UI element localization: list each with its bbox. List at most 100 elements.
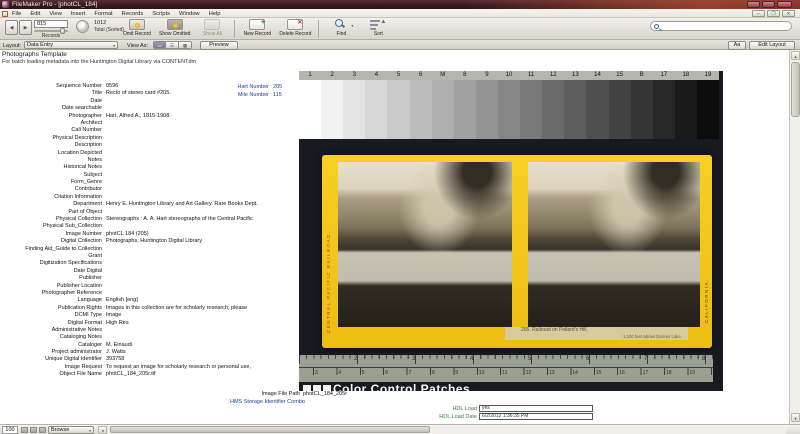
field-label: Photographer Reference bbox=[0, 290, 106, 296]
field-row: Location Depicted bbox=[0, 150, 300, 157]
maximize-button[interactable] bbox=[762, 1, 775, 8]
field-label: Digital Collection bbox=[0, 238, 106, 244]
field-row: Image RequestTo request an image for sch… bbox=[0, 364, 300, 371]
zoom-level-field[interactable]: 100 bbox=[2, 426, 18, 434]
field-value[interactable]: 0596 bbox=[106, 83, 118, 89]
ruler-cm-number: 10 bbox=[479, 370, 485, 376]
field-value[interactable]: M. Einaudi bbox=[106, 342, 132, 348]
image-file-path-value[interactable]: photCL_184_205r bbox=[303, 391, 347, 397]
field-label: Date Digital bbox=[0, 268, 106, 274]
field-value[interactable]: photCL 184 (205) bbox=[106, 231, 149, 237]
new-record-button[interactable]: New Record bbox=[242, 19, 272, 37]
sort-button[interactable]: Sort bbox=[363, 19, 393, 37]
field-value[interactable]: Stereographs : A. A. Hart stereographs o… bbox=[106, 216, 253, 222]
grayscale-step-wedge bbox=[299, 80, 719, 139]
grayscale-step bbox=[299, 80, 321, 139]
sort-label: Sort bbox=[374, 31, 383, 37]
scroll-up-icon[interactable]: ▲ bbox=[791, 51, 800, 60]
side-field-label: Hart Number bbox=[233, 84, 273, 90]
chevron-down-icon[interactable]: ▾ bbox=[351, 23, 353, 28]
field-value[interactable]: Images in this collection are for schola… bbox=[106, 305, 247, 311]
horizontal-scroll-thumb[interactable] bbox=[110, 426, 430, 433]
field-value[interactable]: English [eng] bbox=[106, 297, 138, 303]
zoom-out-icon[interactable] bbox=[21, 427, 28, 433]
format-text-button[interactable]: Aa bbox=[728, 41, 746, 50]
grayscale-step-number: 19 bbox=[697, 71, 719, 80]
zoom-in-icon[interactable] bbox=[30, 427, 37, 433]
menu-help[interactable]: Help bbox=[209, 11, 221, 17]
field-value[interactable]: Photographs, Huntington Digital Library bbox=[106, 238, 202, 244]
vertical-scroll-thumb[interactable] bbox=[791, 62, 800, 117]
child-minimize-icon[interactable]: ─ bbox=[752, 10, 765, 17]
field-label: Project administrator bbox=[0, 349, 106, 355]
menu-format[interactable]: Format bbox=[94, 11, 112, 17]
field-label: Physical Sub_Collection bbox=[0, 223, 106, 229]
field-label: Date bbox=[0, 98, 106, 104]
omit-record-button[interactable]: Omit Record bbox=[122, 19, 152, 37]
menu-file[interactable]: File bbox=[12, 11, 21, 17]
list-view-button[interactable]: ☰ bbox=[166, 41, 179, 49]
scroll-down-icon[interactable]: ▼ bbox=[791, 413, 800, 422]
child-window-controls: ─ ❐ ✕ bbox=[752, 10, 795, 17]
field-value[interactable]: 393758 bbox=[106, 356, 124, 362]
status-area-toggle-icon[interactable] bbox=[39, 427, 46, 433]
field-value[interactable]: High Res bbox=[106, 320, 129, 326]
hdl-load-field[interactable]: yes bbox=[479, 405, 593, 412]
ruler-inch-number: 6 bbox=[586, 356, 589, 362]
field-row: Subject bbox=[0, 172, 300, 179]
preview-button[interactable]: Preview bbox=[200, 41, 238, 50]
field-row: Physical Sub_Collection bbox=[0, 223, 300, 230]
previous-record-button[interactable]: ◀ bbox=[5, 20, 18, 35]
field-value[interactable]: Hart, Alfred A., 1815-1908. bbox=[106, 113, 171, 119]
field-row: Citation Information bbox=[0, 194, 300, 201]
card-caption-line2: 1,100 feet above Donner Lake. bbox=[505, 334, 688, 339]
grayscale-step-number: 15 bbox=[609, 71, 631, 80]
record-slider[interactable] bbox=[34, 30, 68, 32]
field-row: Historical Notes bbox=[0, 164, 300, 171]
field-value[interactable]: Image bbox=[106, 312, 121, 318]
show-omitted-button[interactable]: Show Omitted bbox=[159, 19, 190, 37]
menu-records[interactable]: Records bbox=[122, 11, 144, 17]
card-left-imprint: CENTRAL PACIFIC RAILROAD. bbox=[326, 173, 331, 333]
field-value[interactable]: Henry E. Huntington Library and Art Gall… bbox=[106, 201, 258, 207]
record-dial-icon[interactable] bbox=[76, 20, 89, 33]
record-number-field[interactable]: 815 bbox=[34, 20, 68, 28]
mode-select-value: Browse bbox=[51, 427, 69, 433]
minimize-button[interactable] bbox=[747, 1, 760, 8]
side-field-value[interactable]: 115 bbox=[273, 92, 282, 98]
field-row: Digitization Specifications bbox=[0, 260, 300, 267]
quick-find-input[interactable] bbox=[650, 21, 792, 31]
scroll-left-icon[interactable]: ◂ bbox=[98, 426, 107, 434]
side-field-value[interactable]: 205 bbox=[273, 84, 282, 90]
menu-view[interactable]: View bbox=[49, 11, 61, 17]
vertical-scrollbar[interactable]: ▲ ▼ bbox=[789, 50, 800, 424]
field-value[interactable]: J. Watts bbox=[106, 349, 126, 355]
field-value[interactable]: photCL_184_205r.tif bbox=[106, 371, 156, 377]
grayscale-step bbox=[476, 80, 498, 139]
menu-scripts[interactable]: Scripts bbox=[152, 11, 170, 17]
field-row: Grant bbox=[0, 253, 300, 260]
field-label: Cataloger bbox=[0, 342, 106, 348]
edit-layout-button[interactable]: Edit Layout bbox=[749, 41, 795, 50]
field-value[interactable]: To request an image for scholarly resear… bbox=[106, 364, 251, 370]
table-view-button[interactable]: ▦ bbox=[179, 41, 192, 49]
field-row: Physical CollectionStereographs : A. A. … bbox=[0, 216, 300, 223]
delete-record-button[interactable]: Delete Record bbox=[279, 19, 311, 37]
field-value[interactable]: Recto of stereo card #205. bbox=[106, 90, 171, 96]
child-restore-icon[interactable]: ❐ bbox=[767, 10, 780, 17]
grayscale-step bbox=[365, 80, 387, 139]
document-icon bbox=[2, 11, 8, 17]
mode-select[interactable]: Browse ▾ bbox=[48, 426, 94, 434]
menu-insert[interactable]: Insert bbox=[71, 11, 86, 17]
close-button[interactable] bbox=[777, 1, 792, 8]
menu-edit[interactable]: Edit bbox=[30, 11, 40, 17]
find-button[interactable]: ▾Find bbox=[326, 19, 356, 37]
view-mode-segment: ▭ ☰ ▦ bbox=[153, 41, 192, 49]
layout-select[interactable]: Data Entry ▾ bbox=[24, 41, 118, 49]
hdl-load-date-field[interactable]: 6/2/2012 1:36:35 PM bbox=[479, 413, 593, 420]
chevron-down-icon: ▾ bbox=[113, 42, 115, 49]
form-view-button[interactable]: ▭ bbox=[153, 41, 166, 49]
horizontal-scrollbar[interactable] bbox=[108, 426, 786, 434]
child-close-icon[interactable]: ✕ bbox=[782, 10, 795, 17]
menu-window[interactable]: Window bbox=[179, 11, 200, 17]
